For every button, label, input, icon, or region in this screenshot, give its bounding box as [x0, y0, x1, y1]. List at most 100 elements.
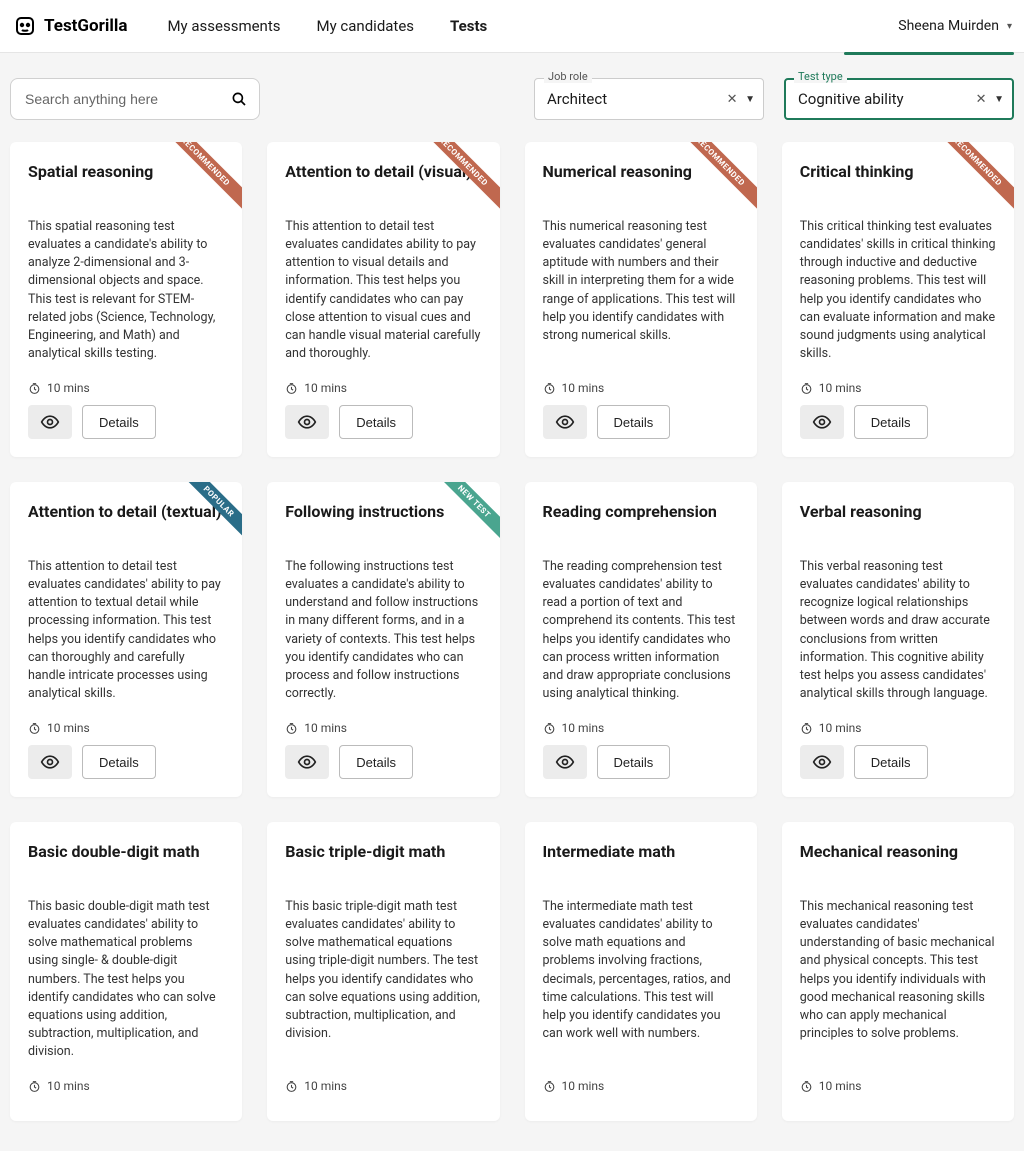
card-description: This numerical reasoning test evaluates … — [543, 218, 739, 363]
card-duration: 10 mins — [800, 1079, 996, 1093]
gorilla-icon — [12, 13, 38, 39]
main-nav: My assessments My candidates Tests — [167, 17, 487, 35]
user-name: Sheena Muirden — [898, 18, 999, 34]
card-description: This attention to detail test evaluates … — [285, 218, 481, 363]
clock-icon — [28, 382, 41, 395]
card-duration: 10 mins — [28, 1079, 224, 1093]
eye-icon — [812, 752, 832, 772]
card-description: The reading comprehension test evaluates… — [543, 558, 739, 703]
preview-button[interactable] — [28, 745, 72, 779]
brand-name: TestGorilla — [44, 16, 127, 36]
chevron-down-icon[interactable]: ▼ — [745, 94, 755, 105]
clock-icon — [28, 1080, 41, 1093]
card-duration: 10 mins — [800, 721, 996, 735]
card-duration: 10 mins — [285, 721, 481, 735]
eye-icon — [812, 412, 832, 432]
test-card: Intermediate math The intermediate math t… — [525, 822, 757, 1121]
accent-line — [0, 52, 1024, 56]
search-icon[interactable] — [230, 90, 248, 108]
card-actions: Details — [543, 745, 739, 779]
clock-icon — [285, 1080, 298, 1093]
test-card: Basic double-digit mathThis basic double… — [10, 822, 242, 1121]
eye-icon — [555, 752, 575, 772]
card-duration: 10 mins — [800, 381, 996, 395]
card-actions: Details — [543, 405, 739, 439]
clock-icon — [543, 722, 556, 735]
preview-button[interactable] — [543, 745, 587, 779]
card-actions: Details — [800, 405, 996, 439]
preview-button[interactable] — [28, 405, 72, 439]
card-duration: 10 mins — [28, 381, 224, 395]
card-title: Basic triple-digit math — [285, 842, 481, 886]
preview-button[interactable] — [285, 745, 329, 779]
card-description: This basic triple-digit math test evalua… — [285, 898, 481, 1061]
preview-button[interactable] — [285, 405, 329, 439]
details-button[interactable]: Details — [82, 745, 156, 779]
card-description: The following instructions test evaluate… — [285, 558, 481, 703]
topbar: TestGorilla My assessments My candidates… — [0, 0, 1024, 53]
clock-icon — [800, 722, 813, 735]
test-card: RECOMMENDEDAttention to detail (visual)T… — [267, 142, 499, 457]
card-description: This attention to detail test evaluates … — [28, 558, 224, 703]
clock-icon — [285, 382, 298, 395]
card-duration: 10 mins — [543, 721, 739, 735]
card-title: Mechanical reasoning — [800, 842, 996, 886]
preview-button[interactable] — [543, 405, 587, 439]
card-description: This mechanical reasoning test evaluates… — [800, 898, 996, 1061]
nav-assessments[interactable]: My assessments — [167, 17, 280, 35]
card-description: This verbal reasoning test evaluates can… — [800, 558, 996, 703]
test-card: NEW TESTFollowing instructionsThe follow… — [267, 482, 499, 797]
clock-icon — [543, 1080, 556, 1093]
eye-icon — [297, 412, 317, 432]
testtype-select[interactable]: Test type Cognitive ability ✕ ▼ — [784, 78, 1014, 120]
preview-button[interactable] — [800, 405, 844, 439]
jobrole-value: Architect — [547, 90, 723, 108]
details-button[interactable]: Details — [339, 745, 413, 779]
chevron-down-icon: ▾ — [1007, 21, 1012, 32]
card-duration: 10 mins — [543, 381, 739, 395]
test-card: RECOMMENDEDSpatial reasoningThis spatial… — [10, 142, 242, 457]
card-duration: 10 mins — [285, 381, 481, 395]
card-description: This critical thinking test evaluates ca… — [800, 218, 996, 363]
card-actions: Details — [28, 405, 224, 439]
clock-icon — [28, 722, 41, 735]
user-menu[interactable]: Sheena Muirden ▾ — [898, 18, 1012, 34]
details-button[interactable]: Details — [597, 745, 671, 779]
clear-icon[interactable]: ✕ — [723, 90, 741, 108]
details-button[interactable]: Details — [82, 405, 156, 439]
preview-button[interactable] — [800, 745, 844, 779]
card-description: The intermediate math test evaluates can… — [543, 898, 739, 1061]
details-button[interactable]: Details — [339, 405, 413, 439]
nav-tests[interactable]: Tests — [450, 17, 487, 35]
tests-grid: RECOMMENDEDSpatial reasoningThis spatial… — [0, 132, 1024, 1151]
card-title: Verbal reasoning — [800, 502, 996, 546]
jobrole-label: Job role — [544, 70, 592, 83]
testtype-value: Cognitive ability — [798, 90, 972, 108]
card-title: Numerical reasoning — [543, 162, 739, 206]
card-duration: 10 mins — [543, 1079, 739, 1093]
jobrole-select[interactable]: Job role Architect ✕ ▼ — [534, 78, 764, 120]
card-title: Attention to detail (textual) — [28, 502, 224, 546]
details-button[interactable]: Details — [854, 745, 928, 779]
clock-icon — [285, 722, 298, 735]
nav-candidates[interactable]: My candidates — [317, 17, 415, 35]
chevron-down-icon[interactable]: ▼ — [994, 94, 1004, 105]
clear-icon[interactable]: ✕ — [972, 90, 990, 108]
test-card: RECOMMENDEDNumerical reasoningThis numer… — [525, 142, 757, 457]
test-card: Basic triple-digit math This basic triple… — [267, 822, 499, 1121]
card-actions: Details — [285, 745, 481, 779]
eye-icon — [40, 412, 60, 432]
card-title: Reading comprehension — [543, 502, 739, 546]
eye-icon — [297, 752, 317, 772]
search-input[interactable] — [10, 78, 260, 120]
test-card: RECOMMENDEDCritical thinkingThis critica… — [782, 142, 1014, 457]
search-wrap — [10, 78, 260, 120]
filters-bar: Job role Architect ✕ ▼ Test type Cogniti… — [0, 56, 1024, 132]
card-title: Critical thinking — [800, 162, 996, 206]
test-card: Verbal reasoning This verbal reasoning te… — [782, 482, 1014, 797]
brand-logo[interactable]: TestGorilla — [12, 13, 127, 39]
card-title: Intermediate math — [543, 842, 739, 886]
details-button[interactable]: Details — [854, 405, 928, 439]
clock-icon — [543, 382, 556, 395]
details-button[interactable]: Details — [597, 405, 671, 439]
